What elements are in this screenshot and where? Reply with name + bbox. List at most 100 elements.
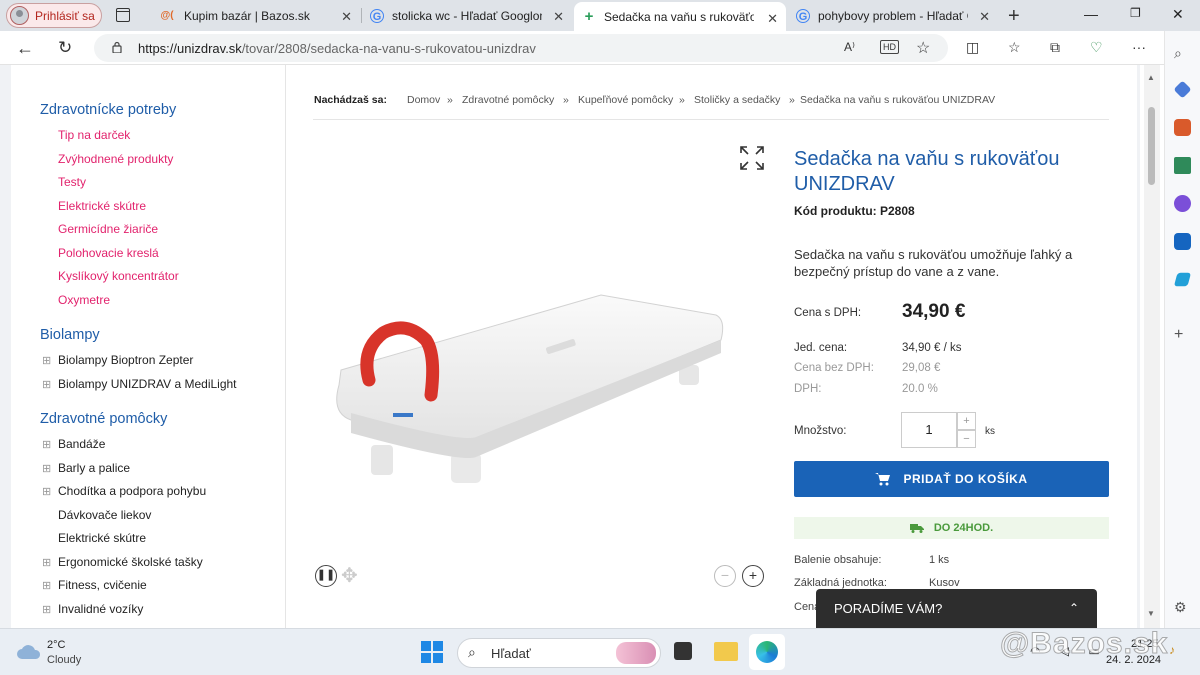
- collections-icon[interactable]: ⧉: [1050, 39, 1060, 56]
- breadcrumb-link[interactable]: Kupeľňové pomôcky: [578, 94, 673, 106]
- category-link[interactable]: Tip na darček: [58, 128, 130, 142]
- category-link[interactable]: Barly a palice: [58, 461, 130, 475]
- product-image[interactable]: [331, 285, 731, 490]
- category-link[interactable]: Biolampy UNIZDRAV a MediLight: [58, 377, 237, 391]
- chat-widget[interactable]: PORADÍME VÁM? ⌃: [816, 589, 1097, 628]
- expand-icon[interactable]: ⊞: [42, 603, 51, 616]
- outlook-icon[interactable]: [1174, 233, 1191, 250]
- category-link[interactable]: Fitness, cvičenie: [58, 578, 147, 592]
- more-menu-icon[interactable]: ···: [1132, 39, 1146, 55]
- tab-unizdrav-active[interactable]: + Sedačka na vaňu s rukoväťou U ✕: [574, 2, 786, 31]
- task-view-icon[interactable]: [674, 642, 692, 660]
- close-tab-icon[interactable]: ✕: [767, 11, 778, 27]
- breadcrumb-link[interactable]: Zdravotné pomôcky: [462, 94, 554, 106]
- product-description: Sedačka na vaňu s rukoväťou umožňuje ľah…: [794, 247, 1073, 279]
- expand-icon[interactable]: ⊞: [42, 378, 51, 391]
- profile-button[interactable]: Prihlásiť sa: [6, 3, 102, 28]
- close-tab-icon[interactable]: ✕: [553, 9, 564, 25]
- cloud-icon[interactable]: [16, 642, 42, 660]
- tab-google-stolicka[interactable]: G stolicka wc - Hľadať Googlom ✕: [362, 0, 572, 31]
- category-link[interactable]: Zvýhodnené produkty: [58, 152, 173, 166]
- quantity-input[interactable]: 1: [901, 412, 957, 448]
- category-link[interactable]: Ergonomické školské tašky: [58, 555, 203, 569]
- quantity-increase-button[interactable]: +: [957, 412, 976, 430]
- breadcrumb-separator: »: [789, 94, 795, 106]
- chevron-up-icon[interactable]: ⌃: [1069, 601, 1079, 615]
- split-screen-icon[interactable]: ◫: [966, 39, 979, 56]
- category-link[interactable]: Germicídne žiariče: [58, 222, 158, 236]
- pause-icon[interactable]: ❚❚: [315, 565, 337, 587]
- weather-temp[interactable]: 2°C: [47, 639, 65, 651]
- tag-icon[interactable]: [1173, 80, 1192, 99]
- restore-icon[interactable]: ❐: [1130, 6, 1141, 20]
- toolbox-icon[interactable]: [1174, 119, 1191, 136]
- tab-bazos[interactable]: @( Kupim bazár | Bazos.sk ✕: [150, 0, 360, 31]
- windows-start-icon[interactable]: [421, 641, 443, 663]
- category-link[interactable]: Chodítka a podpora pohybu: [58, 484, 206, 498]
- file-explorer-icon[interactable]: [714, 642, 738, 661]
- expand-icon[interactable]: ⊞: [42, 485, 51, 498]
- category-link[interactable]: Invalidné vozíky: [58, 602, 143, 616]
- close-tab-icon[interactable]: ✕: [341, 9, 352, 25]
- category-link[interactable]: Elektrické skútre: [58, 199, 146, 213]
- category-heading[interactable]: Zdravotné pomôcky: [40, 411, 167, 427]
- games-icon[interactable]: [1174, 157, 1191, 174]
- product-code: Kód produktu: P2808: [794, 204, 915, 218]
- notification-bell-icon[interactable]: ♪: [1169, 643, 1175, 657]
- scroll-up-icon[interactable]: ▲: [1147, 73, 1155, 82]
- category-heading[interactable]: Biolampy: [40, 327, 100, 343]
- favorites-icon[interactable]: ☆: [1008, 39, 1021, 56]
- minimize-icon[interactable]: —: [1084, 6, 1098, 22]
- expand-icon[interactable]: ⊞: [42, 556, 51, 569]
- page-scrollbar[interactable]: ▲ ▼: [1144, 65, 1160, 628]
- category-link[interactable]: Biolampy Bioptron Zepter: [58, 353, 193, 367]
- close-tab-icon[interactable]: ✕: [979, 9, 990, 25]
- zoom-out-icon[interactable]: −: [714, 565, 736, 587]
- m365-icon[interactable]: [1174, 195, 1191, 212]
- category-link[interactable]: Bandáže: [58, 437, 105, 451]
- fullscreen-icon[interactable]: [739, 145, 765, 171]
- new-tab-icon[interactable]: +: [1008, 5, 1020, 28]
- zoom-in-icon[interactable]: +: [742, 565, 764, 587]
- tab-google-pohybovy[interactable]: G pohybovy problem - Hľadať Go ✕: [788, 0, 998, 31]
- expand-icon[interactable]: ⊞: [42, 438, 51, 451]
- category-heading[interactable]: Zdravotnícke potreby: [40, 102, 176, 118]
- send-icon[interactable]: [1173, 272, 1192, 287]
- weather-desc[interactable]: Cloudy: [47, 654, 81, 666]
- add-to-cart-button[interactable]: PRIDAŤ DO KOŠÍKA: [794, 461, 1109, 497]
- quantity-decrease-button[interactable]: −: [957, 430, 976, 448]
- search-icon[interactable]: ⌕: [1174, 45, 1191, 62]
- edge-taskbar-button[interactable]: [749, 634, 785, 670]
- category-link[interactable]: Oxymetre: [58, 293, 110, 307]
- category-link[interactable]: Testy: [58, 175, 86, 189]
- google-favicon-icon: G: [370, 8, 384, 23]
- pan-move-icon[interactable]: ✥: [341, 563, 358, 588]
- category-link[interactable]: Dávkovače liekov: [58, 508, 151, 522]
- lock-icon[interactable]: [112, 41, 122, 53]
- expand-icon[interactable]: ⊞: [42, 354, 51, 367]
- refresh-icon[interactable]: ↻: [58, 38, 72, 58]
- settings-gear-icon[interactable]: ⚙: [1174, 599, 1191, 616]
- address-bar[interactable]: https://unizdrav.sk/tovar/2808/sedacka-n…: [94, 34, 948, 62]
- breadcrumb-link[interactable]: Stoličky a sedačky: [694, 94, 780, 106]
- browser-essentials-icon[interactable]: ♡: [1090, 39, 1103, 56]
- taskbar-search[interactable]: ⌕ Hľadať: [457, 638, 661, 668]
- tab-actions-icon[interactable]: [116, 8, 130, 22]
- category-link[interactable]: Polohovacie kreslá: [58, 246, 159, 260]
- expand-icon[interactable]: ⊞: [42, 462, 51, 475]
- breadcrumb-link[interactable]: Domov: [407, 94, 440, 106]
- back-icon[interactable]: ←: [16, 38, 34, 59]
- net-price-value: 29,08 €: [902, 362, 941, 374]
- close-window-icon[interactable]: ✕: [1172, 6, 1184, 23]
- read-aloud-icon[interactable]: A⁾: [844, 40, 855, 54]
- price-value: 34,90 €: [902, 301, 966, 322]
- tab-title: pohybovy problem - Hľadať Go: [818, 8, 968, 23]
- hd-icon[interactable]: HD: [880, 40, 899, 54]
- add-icon[interactable]: +: [1174, 326, 1191, 343]
- expand-icon[interactable]: ⊞: [42, 579, 51, 592]
- scroll-thumb[interactable]: [1148, 107, 1155, 185]
- scroll-down-icon[interactable]: ▼: [1147, 609, 1155, 618]
- category-link[interactable]: Kyslíkový koncentrátor: [58, 269, 179, 283]
- favorite-star-icon[interactable]: ☆: [916, 38, 930, 58]
- category-link[interactable]: Elektrické skútre: [58, 531, 146, 545]
